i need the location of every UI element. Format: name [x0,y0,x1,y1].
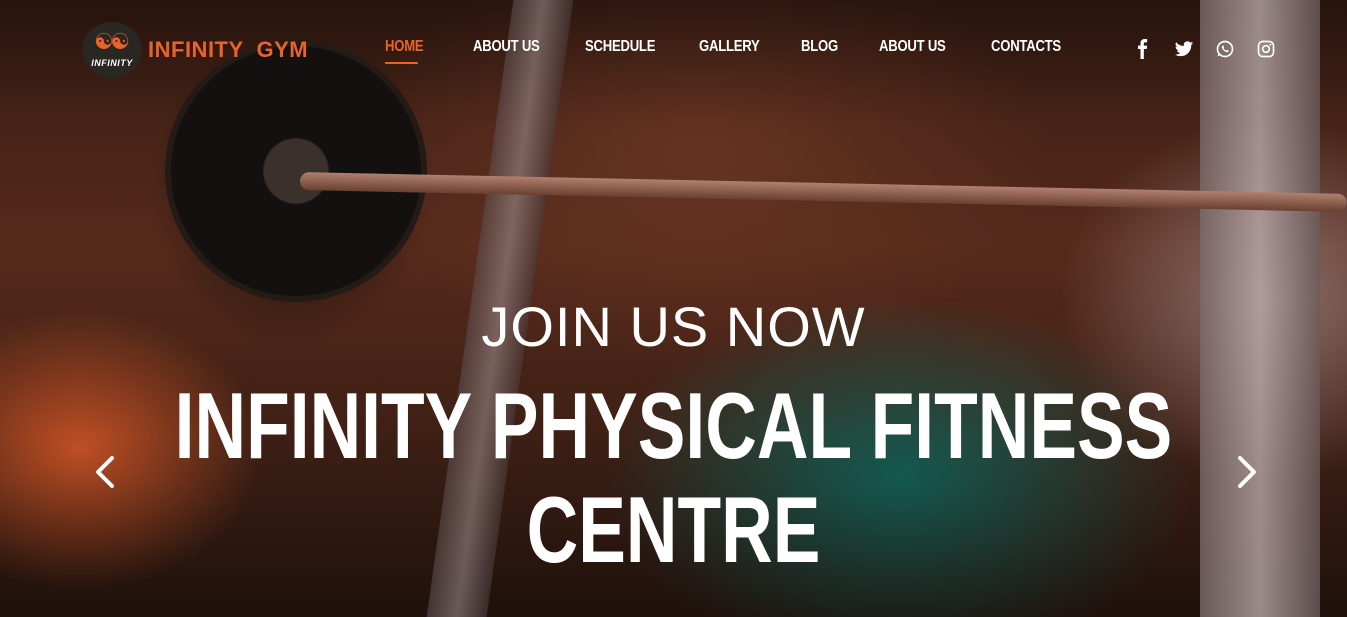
main-menu: HOME ABOUT US SCHEDULE GALLERY BLOG ABOU… [385,38,1061,64]
instagram-icon[interactable] [1255,38,1277,60]
hero-slider: ☯ ☯ INFINITY INFINITY GYM HOME ABOUT US … [0,0,1347,617]
facebook-icon[interactable] [1132,38,1154,60]
logo[interactable]: ☯ ☯ INFINITY INFINITY GYM [82,22,308,78]
social-links [1132,38,1277,60]
nav-gallery[interactable]: GALLERY [699,38,760,64]
background-photo [299,172,1347,212]
hero-title: INFINITY PHYSICAL FITNESS CENTRE [0,374,1347,582]
nav-schedule[interactable]: SCHEDULE [585,38,655,64]
nav-blog[interactable]: BLOG [801,38,838,64]
nav-contacts[interactable]: CONTACTS [991,38,1061,64]
chevron-left-icon [96,456,114,488]
slider-next-button[interactable] [1232,456,1260,488]
chevron-right-icon [1238,456,1256,488]
site-header: ☯ ☯ INFINITY INFINITY GYM HOME ABOUT US … [0,0,1347,100]
hero-title-line-1: INFINITY PHYSICAL FITNESS [174,373,1173,478]
nav-home[interactable]: HOME [385,38,424,64]
slider-prev-button[interactable] [92,456,120,488]
brand-name: INFINITY GYM [148,37,309,62]
twitter-icon[interactable] [1173,38,1195,60]
logo-badge: ☯ ☯ INFINITY [82,22,142,78]
logo-badge-text: INFINITY [91,58,133,68]
athlete-icon: ☯ [110,30,130,55]
hero-title-line-2: CENTRE [526,477,821,582]
nav-about-us[interactable]: ABOUT US [473,38,540,64]
nav-about-us-2[interactable]: ABOUT US [879,38,946,64]
hero-subtitle: JOIN US NOW [481,295,866,358]
whatsapp-icon[interactable] [1214,38,1236,60]
